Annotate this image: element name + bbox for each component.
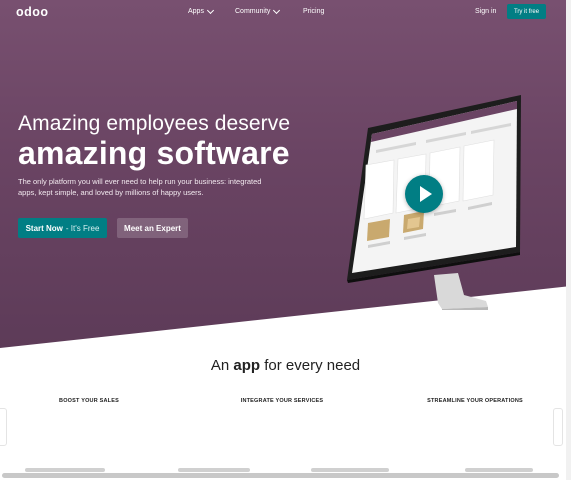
sign-in-link[interactable]: Sign in <box>475 8 496 15</box>
apps-section-title: An app for every need <box>0 357 571 374</box>
apps-title-suffix: for every need <box>264 357 361 374</box>
start-now-suffix: - It's Free <box>65 223 100 233</box>
try-it-free-button[interactable]: Try it free <box>507 4 546 19</box>
vertical-scrollbar[interactable] <box>566 0 571 480</box>
meet-an-expert-button[interactable]: Meet an Expert <box>117 218 188 238</box>
column-heading-operations: STREAMLINE YOUR OPERATIONS <box>427 398 523 404</box>
play-video-button[interactable] <box>405 175 443 213</box>
start-now-label: Start Now <box>25 223 63 233</box>
nav-pricing-label: Pricing <box>303 8 325 15</box>
column-heading-sales: BOOST YOUR SALES <box>59 398 119 404</box>
apps-title-prefix: An <box>210 357 230 374</box>
horizontal-scrollbar[interactable] <box>2 473 559 478</box>
hero-headline-line2: amazing software <box>18 135 290 171</box>
nav-community[interactable]: Community <box>235 6 281 15</box>
cropped-row-text <box>25 468 105 472</box>
column-heading-services: INTEGRATE YOUR SERVICES <box>240 398 324 404</box>
nav-community-label: Community <box>235 8 271 15</box>
nav-pricing[interactable]: Pricing <box>303 8 324 15</box>
hero-subtitle: The only platform you will ever need to … <box>18 177 262 197</box>
nav-apps-label: Apps <box>188 8 204 15</box>
chevron-down-icon <box>206 6 215 14</box>
apps-title-bold: app <box>233 357 261 374</box>
play-icon <box>420 186 432 202</box>
carousel-card-right[interactable] <box>553 408 563 446</box>
odoo-logo[interactable]: odoo <box>16 5 49 19</box>
start-now-button[interactable]: Start Now - It's Free <box>18 218 107 238</box>
cropped-row-text <box>178 468 250 472</box>
cropped-row-text <box>465 468 533 472</box>
cropped-row-text <box>311 468 389 472</box>
chevron-down-icon <box>273 6 281 14</box>
nav-apps[interactable]: Apps <box>188 6 215 15</box>
hero-headline-line1: Amazing employees deserve <box>18 112 291 135</box>
carousel-card-left[interactable] <box>0 408 7 446</box>
